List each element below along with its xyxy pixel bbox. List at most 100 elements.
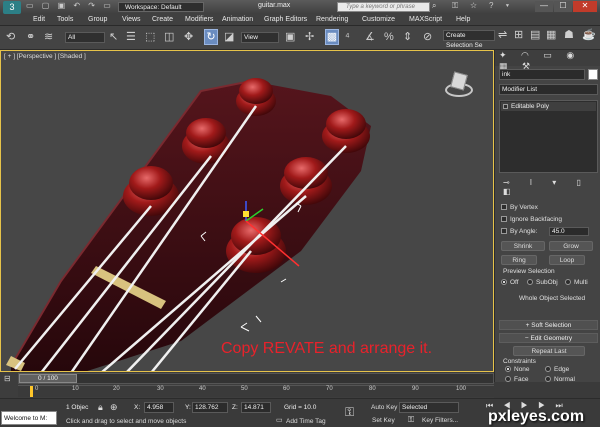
menu-graph-editors[interactable]: Graph Editors: [264, 14, 307, 26]
menu-group[interactable]: Group: [88, 14, 107, 26]
select-manipulate-icon[interactable]: ✢: [305, 30, 314, 44]
auto-key-button[interactable]: Auto Key: [371, 404, 397, 411]
x-coordinate-field[interactable]: 4.958: [144, 402, 174, 413]
z-coordinate-field[interactable]: 14.871: [241, 402, 271, 413]
selection-filter-dropdown[interactable]: All: [65, 32, 105, 43]
rotate-icon[interactable]: ↻: [204, 29, 218, 45]
menu-help[interactable]: Help: [456, 14, 470, 26]
keyboard-shortcut-icon[interactable]: ▩: [325, 29, 339, 45]
minimize-button[interactable]: —: [535, 1, 553, 12]
render-icon[interactable]: ☕: [582, 28, 596, 42]
edit-named-selection-icon[interactable]: ⊘: [423, 30, 432, 44]
close-button[interactable]: ✕: [573, 1, 597, 12]
layer-manager-icon[interactable]: ▤: [530, 28, 540, 42]
menu-rendering[interactable]: Rendering: [316, 14, 348, 26]
scale-icon[interactable]: ◪: [224, 30, 234, 44]
menu-modifiers[interactable]: Modifiers: [185, 14, 213, 26]
y-coordinate-field[interactable]: 128.762: [192, 402, 228, 413]
render-setup-icon[interactable]: ☗: [564, 28, 574, 42]
grid-size: Grid = 10.0: [284, 404, 317, 411]
menu-customize[interactable]: Customize: [362, 14, 395, 26]
viewcube[interactable]: [441, 71, 477, 103]
pivot-icon[interactable]: ▣: [285, 30, 295, 44]
selection-status: Whole Object Selected: [519, 295, 586, 302]
y-label: Y:: [185, 404, 191, 411]
preview-multi-radio[interactable]: Multi: [565, 279, 588, 286]
modifier-stack[interactable]: Editable Poly: [499, 100, 598, 173]
preview-off-radio[interactable]: Off: [501, 279, 519, 286]
add-time-tag-icon[interactable]: ▭: [276, 416, 283, 424]
search-icon[interactable]: ⌕: [432, 1, 436, 11]
by-angle-label: By Angle:: [510, 228, 538, 235]
tuning-peg: [280, 157, 332, 205]
constraint-none-radio[interactable]: None: [505, 366, 530, 373]
search-input[interactable]: Type a keyword or phrase: [337, 2, 430, 12]
angle-snap-icon[interactable]: ∡: [365, 30, 375, 44]
align-icon[interactable]: ⊞: [514, 28, 523, 42]
quick-access-icons[interactable]: ▭ ▢ ▣ ↶ ↷ ▭: [26, 1, 114, 10]
spinner-snap-icon[interactable]: ⇕: [403, 30, 412, 44]
undo-icon[interactable]: ⟲: [6, 30, 15, 44]
maximize-button[interactable]: ☐: [554, 1, 572, 12]
tick-label: 10: [72, 386, 79, 392]
preview-subobj-radio[interactable]: SubObj: [527, 279, 558, 286]
named-selection-dropdown[interactable]: Create Selection Se: [443, 30, 495, 49]
repeat-last-button[interactable]: Repeat Last: [513, 346, 585, 356]
select-object-icon[interactable]: ↖: [109, 30, 118, 44]
reference-coord-dropdown[interactable]: View: [241, 32, 279, 43]
region-select-icon[interactable]: ⬚: [145, 30, 155, 44]
tick-label: 50: [241, 386, 248, 392]
percent-snap-icon[interactable]: %: [384, 30, 394, 44]
menu-create[interactable]: Create: [152, 14, 173, 26]
window-crossing-icon[interactable]: ◫: [164, 30, 174, 44]
menu-bar: Edit Tools Group Views Create Modifiers …: [0, 14, 600, 26]
tick-label: 40: [199, 386, 206, 392]
menu-views[interactable]: Views: [122, 14, 141, 26]
menu-edit[interactable]: Edit: [33, 14, 45, 26]
ring-button[interactable]: Ring: [501, 255, 537, 265]
lock-selection-icon[interactable]: 🔒︎: [98, 402, 103, 413]
mini-curve-editor-icon[interactable]: ⊟: [4, 374, 11, 383]
snaps-icon[interactable]: ⁴: [345, 30, 350, 44]
constraint-normal-radio[interactable]: Normal: [545, 376, 575, 383]
tick-label: 70: [326, 386, 333, 392]
soft-selection-rollout[interactable]: + Soft Selection: [499, 320, 598, 330]
add-time-tag-button[interactable]: Add Time Tag: [286, 418, 326, 425]
mirror-icon[interactable]: ⇌: [498, 28, 507, 42]
curve-editor-icon[interactable]: ▦: [546, 28, 556, 42]
object-color-swatch[interactable]: [588, 69, 598, 80]
select-by-name-icon[interactable]: ☰: [126, 30, 136, 44]
maxscript-listener[interactable]: Welcome to M:: [1, 411, 57, 425]
modifier-list-dropdown[interactable]: Modifier List: [499, 84, 598, 95]
menu-maxscript[interactable]: MAXScript: [409, 14, 442, 26]
bind-spacewarp-icon[interactable]: ≋: [44, 30, 53, 44]
edit-geometry-rollout[interactable]: − Edit Geometry: [499, 333, 598, 343]
link-icon[interactable]: ⚭: [26, 30, 35, 44]
key-filters-button[interactable]: Key Filters...: [422, 417, 458, 424]
key-mode-dropdown[interactable]: Selected: [399, 402, 459, 413]
absolute-mode-icon[interactable]: ⊕: [110, 402, 118, 413]
shrink-button[interactable]: Shrink: [501, 241, 545, 251]
key-filters-icon[interactable]: ⚿: [408, 415, 414, 425]
watermark: pxleyes.com: [488, 408, 585, 425]
move-icon[interactable]: ✥: [184, 30, 193, 44]
grow-button[interactable]: Grow: [549, 241, 593, 251]
app-logo-icon[interactable]: 3: [3, 1, 21, 14]
workspace-dropdown[interactable]: Workspace: Default: [118, 2, 204, 12]
panel-tabs[interactable]: ✦ ◠ ▭ ◉ ▦ ⚒: [495, 50, 600, 71]
stack-tools-icons[interactable]: ⊸ ǀ ▾ ▯ ◧: [503, 178, 600, 196]
by-angle-field[interactable]: 45.0: [549, 227, 589, 236]
help-icons[interactable]: ⚿ ☆ ? ▾: [452, 1, 514, 11]
stack-item-editable-poly[interactable]: Editable Poly: [501, 102, 596, 111]
loop-button[interactable]: Loop: [549, 255, 585, 265]
set-key-button[interactable]: Set Key: [372, 417, 395, 424]
preview-selection-label: Preview Selection: [503, 268, 555, 275]
set-key-icon[interactable]: ⚿: [345, 405, 354, 420]
constraint-face-radio[interactable]: Face: [505, 376, 528, 383]
perspective-viewport[interactable]: [ + ] [Perspective ] [Shaded ] Copy REVA…: [0, 50, 494, 372]
time-slider[interactable]: 0 / 100: [18, 373, 494, 384]
object-name-field[interactable]: ink: [499, 69, 585, 80]
menu-animation[interactable]: Animation: [222, 14, 253, 26]
menu-tools[interactable]: Tools: [57, 14, 73, 26]
constraint-edge-radio[interactable]: Edge: [545, 366, 569, 373]
